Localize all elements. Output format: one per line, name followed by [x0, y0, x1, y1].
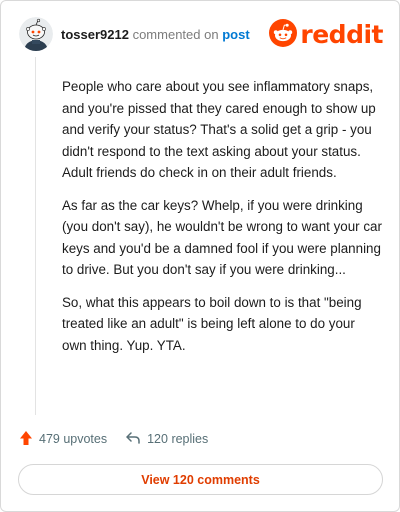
comment-paragraph: People who care about you see inflammato…	[62, 79, 376, 180]
comment-header: tosser9212 commented on post reddit	[19, 17, 383, 53]
upvote-arrow-icon	[19, 430, 33, 449]
action-text: commented on	[132, 27, 219, 42]
post-link[interactable]: post	[222, 27, 249, 42]
snoo-avatar-icon[interactable]	[19, 17, 53, 51]
reddit-wordmark: reddit	[300, 20, 383, 49]
upvote-button[interactable]: 479 upvotes	[19, 430, 107, 449]
comment-paragraph: So, what this appears to boil down to is…	[62, 294, 362, 353]
thread-line[interactable]	[35, 57, 36, 415]
comment-body: People who care about you see inflammato…	[62, 76, 382, 367]
reddit-snoo-icon	[269, 18, 298, 52]
comment-card: tosser9212 commented on post reddit Peop…	[0, 0, 400, 512]
replies-button[interactable]: 120 replies	[125, 431, 208, 448]
upvote-count: 479 upvotes	[39, 432, 108, 446]
view-comments-button[interactable]: View 120 comments	[18, 464, 383, 495]
reply-count: 120 replies	[147, 432, 209, 446]
comment-byline: tosser9212 commented on post	[61, 27, 250, 42]
reply-arrow-icon	[125, 431, 141, 448]
comment-footer: 479 upvotes 120 replies	[19, 429, 208, 449]
username-link[interactable]: tosser9212	[61, 27, 129, 42]
reddit-logo[interactable]: reddit	[269, 18, 383, 52]
comment-paragraph: As far as the car keys? Whelp, if you we…	[62, 197, 382, 278]
